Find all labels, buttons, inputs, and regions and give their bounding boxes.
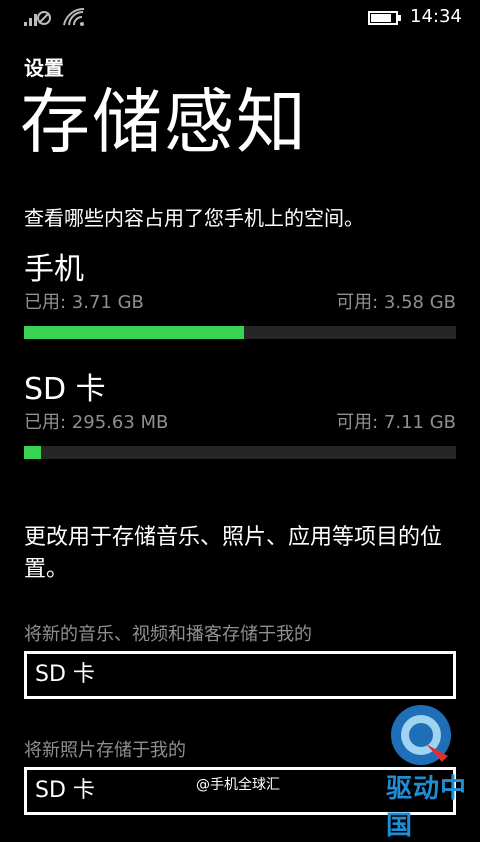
usage-bar xyxy=(24,326,456,339)
storage-usage-row: 已用: 295.63 MB 可用: 7.11 GB xyxy=(24,408,456,433)
photo-location-label: 将新照片存储于我的 xyxy=(24,740,186,761)
watermark: @手机全球汇 xyxy=(196,777,280,793)
logo-text: 驱动中国 xyxy=(386,774,468,841)
battery-icon xyxy=(368,11,401,25)
wifi-icon xyxy=(63,7,85,26)
music-video-location-select[interactable]: SD 卡 xyxy=(24,651,456,699)
page-title: 存储感知 xyxy=(20,81,308,163)
music-video-location-label: 将新的音乐、视频和播客存储于我的 xyxy=(24,624,312,645)
clock: 14:34 xyxy=(410,6,462,27)
section-label: 设置 xyxy=(24,56,64,80)
storage-sd-card[interactable]: SD 卡 已用: 295.63 MB 可用: 7.11 GB xyxy=(24,372,456,459)
description: 查看哪些内容占用了您手机上的空间。 xyxy=(24,206,364,230)
available-label: 可用: 7.11 GB xyxy=(336,412,456,433)
storage-name: 手机 xyxy=(24,252,84,287)
change-location-text: 更改用于存储音乐、照片、应用等项目的位置。 xyxy=(24,525,443,582)
signal-icon xyxy=(24,11,51,26)
storage-phone[interactable]: 手机 已用: 3.71 GB 可用: 3.58 GB xyxy=(24,252,456,339)
used-label: 已用: 3.71 GB xyxy=(24,292,144,313)
storage-usage-row: 已用: 3.71 GB 可用: 3.58 GB xyxy=(24,288,456,313)
usage-bar-fill xyxy=(24,446,42,459)
storage-name: SD 卡 xyxy=(24,372,106,407)
usage-bar-fill xyxy=(24,326,245,339)
used-label: 已用: 295.63 MB xyxy=(24,412,169,433)
usage-bar xyxy=(24,446,456,459)
available-label: 可用: 3.58 GB xyxy=(336,292,456,313)
logo-icon xyxy=(391,705,451,765)
status-bar: 14:34 xyxy=(0,0,480,36)
